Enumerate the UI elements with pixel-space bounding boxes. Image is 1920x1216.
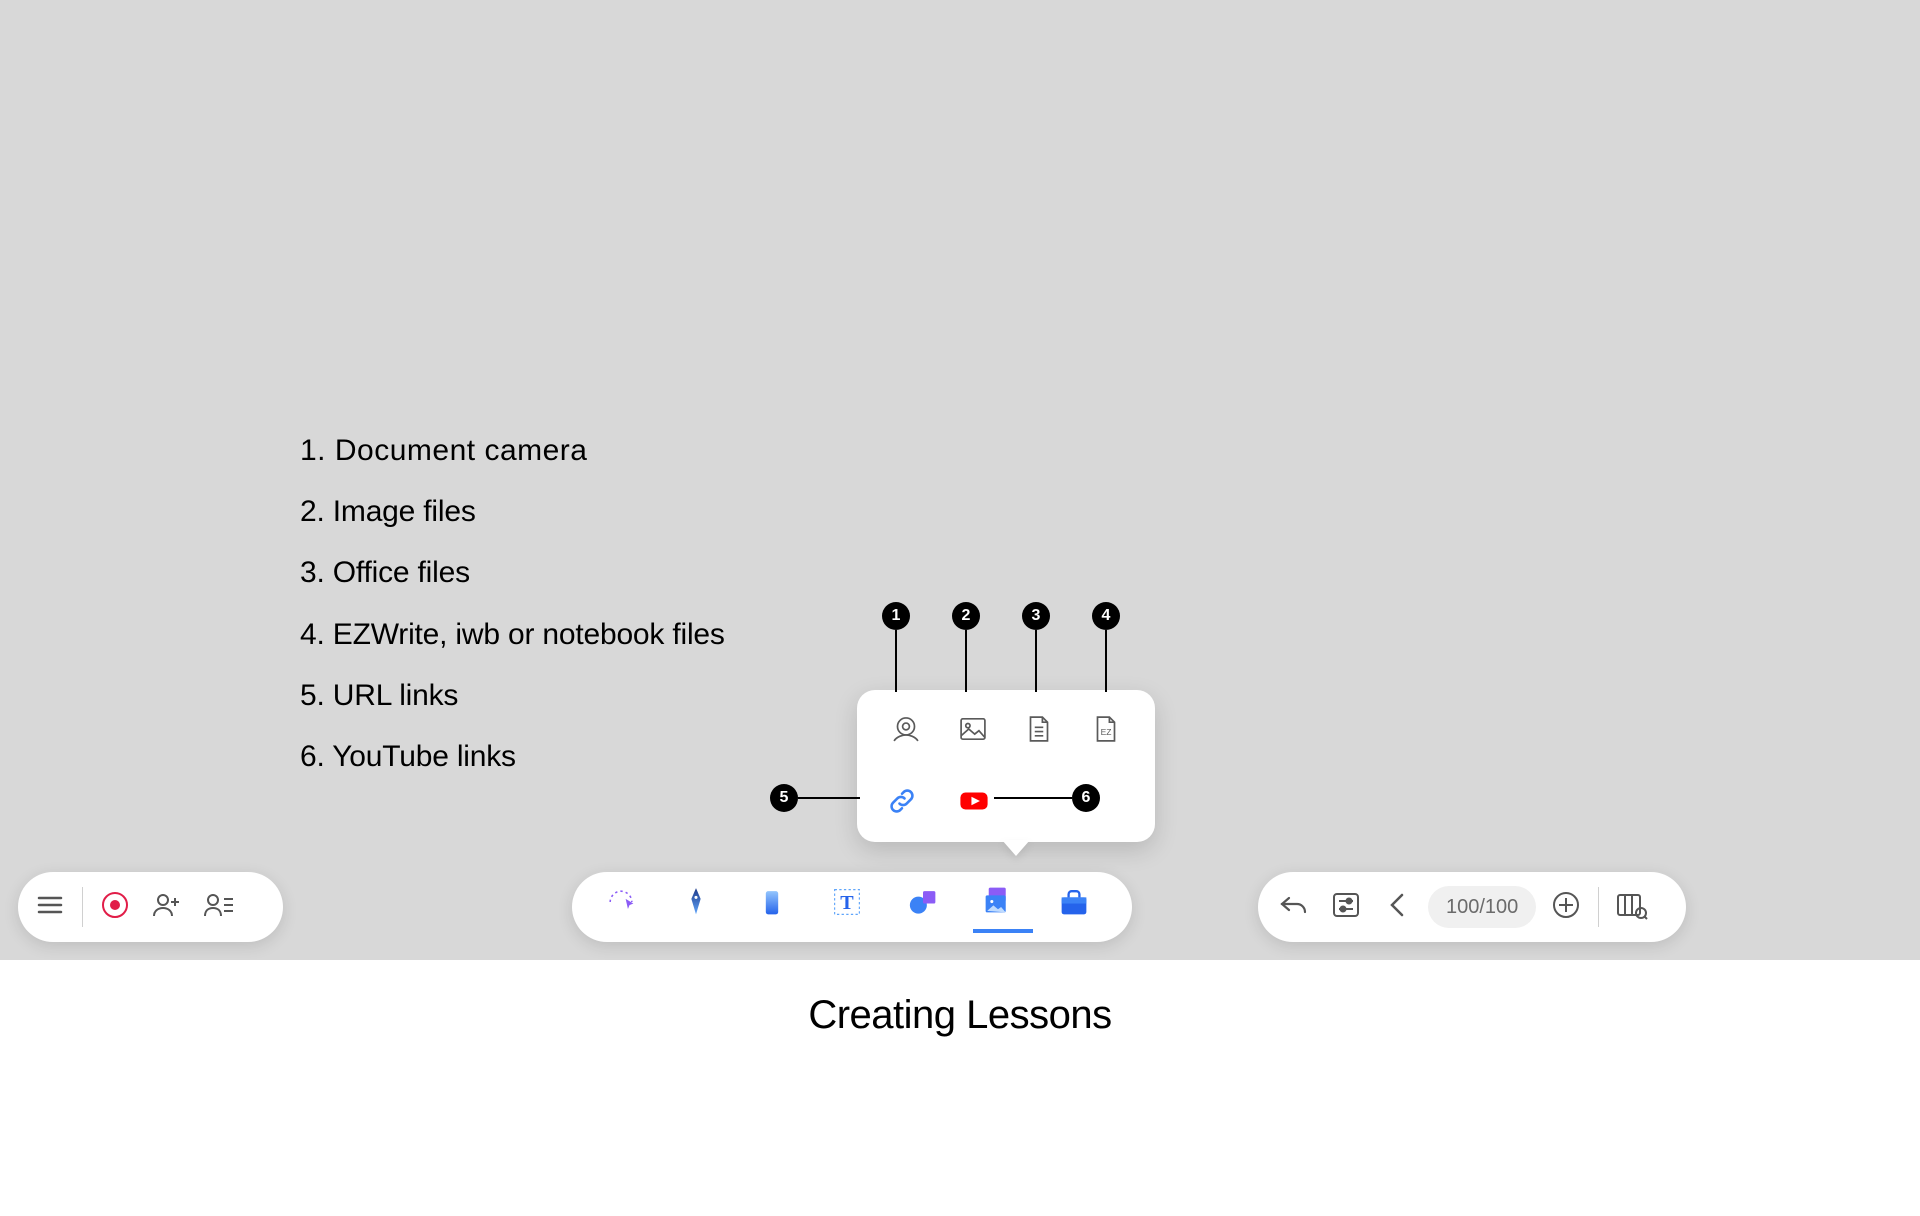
image-icon (956, 712, 990, 751)
legend-label: URL links (333, 679, 458, 712)
svg-text:T: T (840, 892, 854, 914)
add-page-button[interactable] (1540, 881, 1592, 933)
youtube-icon (957, 784, 991, 823)
import-image-button[interactable] (954, 712, 992, 750)
page-indicator-text: 100/100 (1446, 896, 1518, 919)
user-plus-icon (150, 888, 184, 927)
legend-item-1: 1. Document camera (300, 435, 725, 466)
connector-line (1035, 630, 1037, 692)
figure-caption: Creating Lessons (0, 993, 1920, 1038)
whiteboard-canvas[interactable]: 1. Document camera 2. Image files 3. Off… (0, 0, 1920, 960)
undo-button[interactable] (1268, 881, 1320, 933)
page-indicator[interactable]: 100/100 (1428, 886, 1536, 928)
user-list-button[interactable] (193, 881, 245, 933)
right-toolbar: 100/100 (1258, 872, 1686, 942)
undo-icon (1277, 888, 1311, 927)
menu-button[interactable] (24, 881, 76, 933)
plus-circle-icon (1549, 888, 1583, 927)
callout-badge-3: 3 (1022, 602, 1050, 630)
legend-num: 6. (300, 740, 325, 773)
document-lines-icon (1022, 712, 1056, 751)
legend-num: 1. (300, 434, 326, 467)
callout-badge-6: 6 (1072, 784, 1100, 812)
camera-circle-icon (889, 712, 923, 751)
tools-button[interactable] (1049, 881, 1109, 933)
ez-file-icon: EZ (1089, 712, 1123, 751)
connector-line (994, 797, 1072, 799)
import-tool-button[interactable] (973, 881, 1033, 933)
pen-tool-button[interactable] (671, 881, 731, 933)
import-office-button[interactable] (1020, 712, 1058, 750)
record-icon (98, 888, 132, 927)
text-icon: T (830, 885, 874, 929)
legend-item-6: 6. YouTube links (300, 741, 725, 772)
callout-badge-1: 1 (882, 602, 910, 630)
ez-badge-text: EZ (1100, 726, 1111, 736)
legend-label: EZWrite, iwb or notebook files (333, 618, 725, 651)
import-ezwrite-button[interactable]: EZ (1087, 712, 1125, 750)
center-toolbar: T (572, 872, 1132, 942)
callout-badge-2: 2 (952, 602, 980, 630)
left-toolbar (18, 872, 283, 942)
page-sorter-button[interactable] (1605, 881, 1657, 933)
legend-label: Document camera (335, 434, 588, 467)
legend-num: 2. (300, 495, 325, 528)
eraser-tool-button[interactable] (747, 881, 807, 933)
connector-line (1105, 630, 1107, 692)
legend-label: Office files (333, 556, 470, 589)
shapes-tool-button[interactable] (898, 881, 958, 933)
import-media-icon (981, 883, 1025, 927)
toolbox-icon (1057, 885, 1101, 929)
legend-item-3: 3. Office files (300, 557, 725, 588)
legend-list: 1. Document camera 2. Image files 3. Off… (300, 435, 725, 802)
text-tool-button[interactable]: T (822, 881, 882, 933)
prev-page-button[interactable] (1372, 881, 1424, 933)
divider (82, 887, 83, 927)
connector-line (895, 630, 897, 692)
select-tool-button[interactable] (596, 881, 656, 933)
lasso-select-icon (604, 885, 648, 929)
add-user-button[interactable] (141, 881, 193, 933)
sliders-icon (1329, 888, 1363, 927)
user-list-icon (202, 888, 236, 927)
import-document-camera-button[interactable] (887, 712, 925, 750)
record-button[interactable] (89, 881, 141, 933)
legend-num: 3. (300, 556, 325, 589)
hamburger-icon (33, 888, 67, 927)
page-sorter-icon (1614, 888, 1648, 927)
import-popover: EZ (857, 690, 1155, 842)
link-icon (885, 784, 919, 823)
connector-line (798, 797, 860, 799)
pen-icon (679, 885, 723, 929)
legend-num: 5. (300, 679, 325, 712)
legend-label: YouTube links (332, 740, 516, 773)
import-url-button[interactable] (883, 784, 921, 822)
legend-label: Image files (333, 495, 476, 528)
display-settings-button[interactable] (1320, 881, 1372, 933)
eraser-icon (755, 885, 799, 929)
import-youtube-button[interactable] (955, 784, 993, 822)
legend-item-5: 5. URL links (300, 680, 725, 711)
legend-item-2: 2. Image files (300, 496, 725, 527)
callout-badge-5: 5 (770, 784, 798, 812)
legend-num: 4. (300, 618, 325, 651)
connector-line (965, 630, 967, 692)
chevron-left-icon (1381, 888, 1415, 927)
divider (1598, 887, 1599, 927)
legend-item-4: 4. EZWrite, iwb or notebook files (300, 619, 725, 650)
shapes-icon (906, 885, 950, 929)
callout-badge-4: 4 (1092, 602, 1120, 630)
